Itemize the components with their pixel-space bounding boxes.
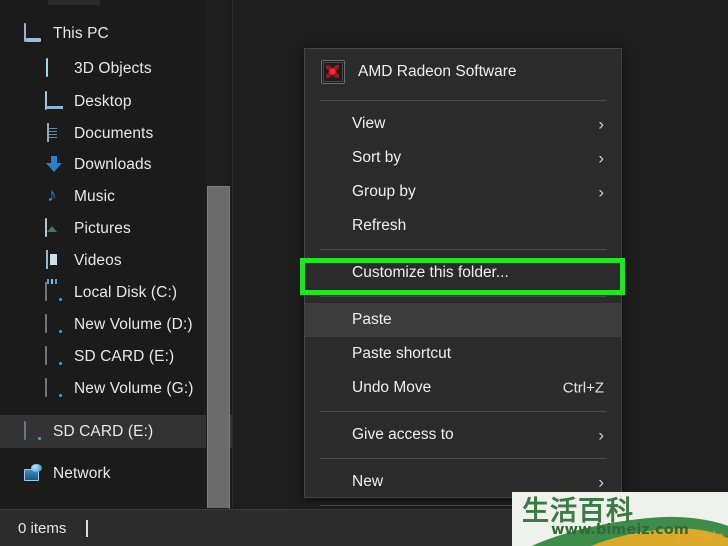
- status-item-count: 0 items: [18, 519, 67, 537]
- nav-item-partial-above: [48, 0, 100, 5]
- chevron-right-icon: ›: [598, 148, 604, 168]
- menu-item-shortcut: Ctrl+Z: [562, 379, 604, 397]
- sidebar-item-new-volume-g[interactable]: New Volume (G:): [0, 372, 232, 405]
- menu-item-label: Give access to: [352, 426, 454, 443]
- download-icon: [45, 155, 65, 175]
- menu-item-refresh[interactable]: Refresh: [305, 209, 621, 243]
- sidebar-item-videos[interactable]: Videos: [0, 244, 232, 277]
- sidebar-item-music[interactable]: ♪ Music: [0, 180, 232, 213]
- chevron-right-icon: ›: [598, 425, 604, 445]
- sidebar-item-new-volume-d[interactable]: New Volume (D:): [0, 308, 232, 341]
- watermark-title: 生活百科: [522, 495, 634, 527]
- menu-item-label: Customize this folder...: [352, 264, 509, 281]
- menu-separator: [320, 411, 606, 412]
- sidebar-item-downloads[interactable]: Downloads: [0, 148, 232, 181]
- sidebar-item-label: Local Disk (C:): [74, 283, 178, 301]
- menu-separator: [320, 100, 606, 101]
- menu-separator: [320, 458, 606, 459]
- menu-item-label: Paste shortcut: [352, 345, 452, 362]
- sidebar-item-sd-card-e-selected[interactable]: SD CARD (E:): [0, 415, 232, 448]
- context-menu[interactable]: AMD Radeon Software View › Sort by › Gro…: [304, 48, 622, 537]
- hard-drive-icon: [45, 377, 65, 399]
- monitor-icon: [24, 22, 44, 44]
- text-caret: [86, 519, 89, 537]
- menu-item-label: Undo Move: [352, 379, 432, 396]
- file-explorer-window: This PC 3D Objects Desktop Documents Dow…: [0, 0, 728, 546]
- menu-item-paste[interactable]: Paste: [305, 303, 621, 337]
- menu-item-label: Refresh: [352, 217, 407, 234]
- hard-drive-system-icon: [45, 281, 65, 303]
- menu-item-amd-radeon-software[interactable]: AMD Radeon Software: [305, 49, 621, 94]
- sidebar-item-this-pc[interactable]: This PC: [0, 17, 232, 50]
- sidebar-item-label: 3D Objects: [74, 59, 152, 77]
- sidebar-item-local-disk-c[interactable]: Local Disk (C:): [0, 276, 232, 309]
- sidebar-item-pictures[interactable]: Pictures: [0, 212, 232, 245]
- menu-separator: [320, 296, 606, 297]
- menu-item-label: Group by: [352, 183, 416, 200]
- chevron-right-icon: ›: [598, 472, 604, 492]
- hard-drive-icon: [45, 313, 65, 335]
- menu-separator: [320, 249, 606, 250]
- menu-item-undo-move[interactable]: Undo Move Ctrl+Z: [305, 371, 621, 405]
- hard-drive-icon: [24, 420, 44, 442]
- network-icon: [24, 464, 44, 484]
- sidebar-item-label: New Volume (D:): [74, 315, 193, 333]
- watermark-url: www.bimeiz.com: [551, 522, 689, 538]
- sidebar-item-label: SD CARD (E:): [53, 422, 154, 440]
- sidebar-item-label: New Volume (G:): [74, 379, 194, 397]
- sidebar-item-label: This PC: [53, 24, 109, 42]
- menu-item-label: Paste: [352, 311, 392, 328]
- menu-item-view[interactable]: View ›: [305, 107, 621, 141]
- hard-drive-icon: [45, 345, 65, 367]
- sidebar-item-desktop[interactable]: Desktop: [0, 85, 232, 118]
- navigation-pane[interactable]: This PC 3D Objects Desktop Documents Dow…: [0, 0, 232, 508]
- sidebar-item-label: Music: [74, 187, 115, 205]
- video-icon: [45, 249, 65, 271]
- chevron-right-icon: ›: [598, 114, 604, 134]
- sidebar-item-label: Pictures: [74, 219, 131, 237]
- desktop-icon: [45, 90, 65, 112]
- music-icon: ♪: [47, 184, 57, 206]
- sidebar-item-label: Downloads: [74, 155, 152, 173]
- menu-item-customize-this-folder[interactable]: Customize this folder...: [305, 256, 621, 290]
- menu-item-group-by[interactable]: Group by ›: [305, 175, 621, 209]
- menu-item-label: AMD Radeon Software: [358, 62, 517, 80]
- sidebar-item-network[interactable]: Network: [0, 457, 232, 490]
- watermark: 生活百科 www.bimeiz.com bimeiz: [512, 492, 728, 546]
- menu-item-give-access-to[interactable]: Give access to ›: [305, 418, 621, 452]
- menu-item-label: New: [352, 473, 384, 490]
- document-icon: [45, 122, 65, 144]
- cube-icon: [45, 57, 65, 79]
- sidebar-item-3d-objects[interactable]: 3D Objects: [0, 52, 232, 85]
- menu-item-sort-by[interactable]: Sort by ›: [305, 141, 621, 175]
- sidebar-item-label: SD CARD (E:): [74, 347, 175, 365]
- sidebar-item-label: Videos: [74, 251, 122, 269]
- menu-item-label: Sort by: [352, 149, 402, 166]
- sidebar-item-label: Network: [53, 464, 111, 482]
- picture-icon: [45, 217, 65, 239]
- sidebar-item-sd-card-e[interactable]: SD CARD (E:): [0, 340, 232, 373]
- amd-radeon-icon: [321, 59, 345, 84]
- sidebar-item-label: Documents: [74, 124, 154, 142]
- navigation-scrollbar-thumb[interactable]: [207, 186, 230, 512]
- sidebar-item-label: Desktop: [74, 92, 132, 110]
- menu-item-label: View: [352, 115, 386, 132]
- chevron-right-icon: ›: [598, 182, 604, 202]
- pane-divider: [232, 0, 233, 508]
- sidebar-item-documents[interactable]: Documents: [0, 117, 232, 150]
- menu-item-paste-shortcut[interactable]: Paste shortcut: [305, 337, 621, 371]
